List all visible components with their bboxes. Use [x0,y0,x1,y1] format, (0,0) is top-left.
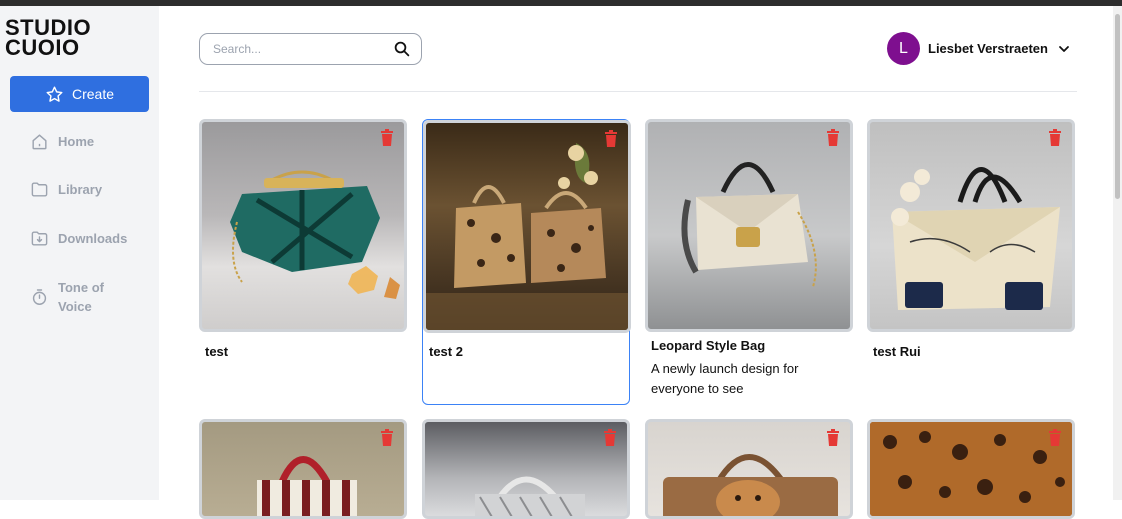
image-card[interactable] [422,419,630,519]
sidebar: STUDIO CUOIO Create Home Library Downloa… [0,6,159,500]
card-image[interactable] [199,119,407,332]
bag-illustration [257,456,357,516]
image-card[interactable]: test [199,119,407,359]
trash-icon[interactable] [604,130,618,147]
card-image[interactable] [867,119,1075,332]
trash-icon[interactable] [380,429,394,446]
card-title: test [205,344,229,359]
card-title: Leopard Style Bag [651,338,766,353]
folder-icon [30,180,49,199]
sidebar-item-library[interactable]: Library [30,180,102,199]
card-title: test Rui [873,344,921,359]
image-card[interactable] [199,419,407,519]
bag-illustration [663,454,838,516]
bag-illustration [475,476,585,516]
card-description: A newly launch design for everyone to se… [651,361,799,396]
search-input[interactable] [213,42,393,56]
trash-icon[interactable] [1048,429,1062,446]
trash-icon[interactable] [826,429,840,446]
card-image[interactable] [645,419,853,519]
image-card[interactable]: Leopard Style Bag A newly launch design … [645,119,853,399]
create-button-label: Create [71,86,115,102]
chevron-down-icon[interactable] [1058,43,1070,55]
bag-illustration [681,162,817,288]
card-image[interactable] [867,419,1075,519]
card-image[interactable] [422,419,630,519]
trash-icon[interactable] [826,129,840,146]
download-icon [30,229,49,248]
scrollbar[interactable] [1113,6,1122,500]
card-title: test 2 [429,344,463,359]
sidebar-item-label: Tone of Voice [58,280,104,314]
user-menu[interactable]: L Liesbet Verstraeten [887,32,1070,65]
image-card[interactable] [645,419,853,519]
timer-icon [30,288,49,307]
bag-illustration [891,167,1060,310]
home-icon [30,132,49,151]
card-image[interactable] [645,119,853,332]
image-card[interactable]: test Rui [867,119,1075,359]
sidebar-item-label: Home [58,134,95,149]
sidebar-item-label: Library [58,182,103,197]
sidebar-item-home[interactable]: Home [30,132,94,151]
card-image[interactable] [199,419,407,519]
trash-icon[interactable] [380,129,394,146]
trash-icon[interactable] [603,429,617,446]
scrollbar-thumb[interactable] [1115,14,1120,199]
brand-line-2: CUOIO [5,35,80,60]
user-name: Liesbet Verstraeten [928,41,1048,56]
header-divider [199,91,1077,92]
create-button[interactable]: Create [10,76,149,112]
search-box [199,33,422,65]
image-card[interactable] [867,419,1075,519]
search-icon[interactable] [393,40,411,58]
brand-logo[interactable]: STUDIO CUOIO [5,17,91,60]
sidebar-item-label: Downloads [58,231,128,246]
image-card[interactable]: test 2 [422,119,631,405]
sidebar-item-downloads[interactable]: Downloads [30,229,127,248]
trash-icon[interactable] [1048,129,1062,146]
bag-illustration [426,143,628,330]
avatar[interactable]: L [887,32,920,65]
bag-illustration [230,170,400,299]
star-icon [46,86,63,102]
browser-top-strip [0,0,1122,6]
bag-illustration [870,422,1072,516]
card-image[interactable] [423,120,631,333]
sidebar-item-tone-of-voice[interactable]: Tone of Voice [30,278,118,316]
